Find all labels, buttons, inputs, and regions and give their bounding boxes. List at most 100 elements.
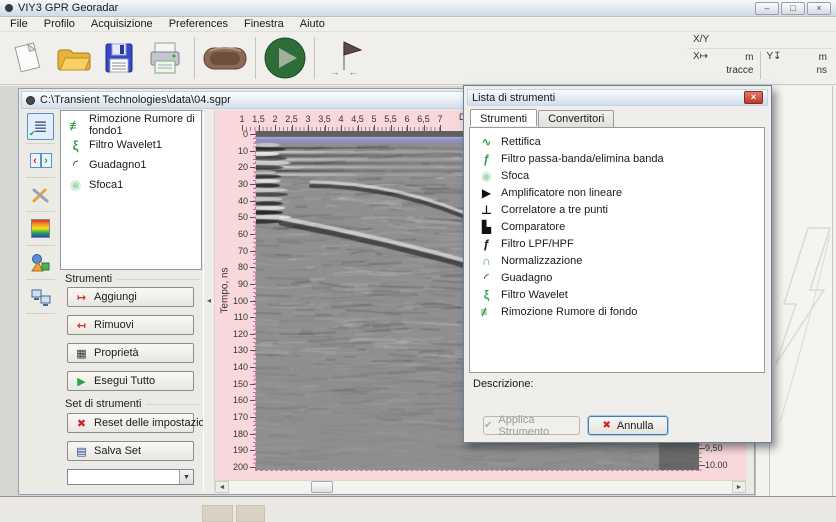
side-toolbar-separator <box>26 211 55 212</box>
menu-item[interactable]: Preferences <box>161 17 236 32</box>
cancel-button[interactable]: ✖ Annulla <box>588 416 668 435</box>
menu-item[interactable]: Aiuto <box>292 17 333 32</box>
process-list-button[interactable]: ≣ ✔ <box>27 113 54 140</box>
radar-h-scrollbar[interactable]: ◄ ► <box>215 480 746 493</box>
start-scan-button[interactable] <box>262 33 308 83</box>
strumenti-group-label: Strumenti <box>65 273 117 285</box>
tool-panel-button[interactable]: ↦ Aggiungi <box>67 287 194 307</box>
chevron-down-icon[interactable]: ▼ <box>179 470 193 484</box>
arrow-right-icon: → <box>331 67 340 77</box>
tool-list-item[interactable]: ▙ Comparatore <box>470 218 764 235</box>
x-coord-cell: X↦ m tracce <box>687 49 760 81</box>
pipeline-item[interactable]: ≢ Rimozione Rumore di fondo1 <box>61 115 201 135</box>
x-unit-m: m <box>745 52 753 63</box>
apply-tool-button[interactable]: ✔ Applica Strumento <box>483 416 580 435</box>
x-tick-label: 3 <box>305 114 310 124</box>
tool-panel-button[interactable]: ↤ Rimuovi <box>67 315 194 335</box>
scroll-right-icon[interactable]: ► <box>732 481 746 493</box>
tool-panel-button[interactable]: ▦ Proprietà <box>67 343 194 363</box>
dialog-titlebar[interactable]: Lista di strumenti × <box>467 89 768 106</box>
palette-button[interactable] <box>27 215 54 242</box>
y-unit-ns: ns <box>816 65 827 76</box>
toolset-combobox[interactable]: ▼ <box>67 469 194 485</box>
dialog-close-button[interactable]: × <box>744 91 763 104</box>
app-titlebar[interactable]: VIY3 GPR Georadar ‒ □ × <box>0 0 836 17</box>
new-document-icon <box>8 39 46 77</box>
tool-panel-button[interactable]: ✖ Reset delle impostazioni <box>67 413 194 433</box>
tool-list-item[interactable]: ƒ Filtro passa-banda/elimina banda <box>470 150 764 167</box>
open-file-button[interactable] <box>50 33 96 83</box>
tool-list-item[interactable]: ∿ Rettifica <box>470 133 764 150</box>
tools-button[interactable] <box>27 181 54 208</box>
pipeline-item[interactable]: ξ Filtro Wavelet1 <box>61 135 201 155</box>
minimize-button[interactable]: ‒ <box>755 2 779 15</box>
menu-item[interactable]: Acquisizione <box>83 17 161 32</box>
tool-list[interactable]: ∿ Rettifica ƒ Filtro passa-banda/elimina… <box>469 127 765 373</box>
x-unit-tracce: tracce <box>726 65 753 76</box>
pipeline-item-label: Rimozione Rumore di fondo1 <box>89 113 201 137</box>
y-tick-label: 110 <box>215 312 248 322</box>
pipeline-list[interactable]: ≢ Rimozione Rumore di fondo1 ξ Filtro Wa… <box>60 110 202 270</box>
x-tick-label: 6,5 <box>417 114 430 124</box>
strumenti-buttons: ↦ Aggiungi ↤ Rimuovi ▦ <box>67 287 194 391</box>
rectify-icon: ∿ <box>479 135 494 149</box>
objects-3d-icon <box>30 252 51 273</box>
check-icon: ✔ <box>29 129 36 138</box>
tool-list-item[interactable]: ▶ Amplificatore non lineare <box>470 184 764 201</box>
close-button[interactable]: × <box>807 2 831 15</box>
y-tick-label: 60 <box>215 229 248 239</box>
tool-list-item[interactable]: ⊥ Correlatore a tre punti <box>470 201 764 218</box>
network-button[interactable] <box>27 283 54 310</box>
scrollbar-track[interactable] <box>229 481 732 493</box>
menu-item[interactable]: File <box>2 17 36 32</box>
tool-panel-button[interactable]: ▶ Esegui Tutto <box>67 371 194 391</box>
menu-item[interactable]: Profilo <box>36 17 83 32</box>
converters-button[interactable]: ‹ › <box>27 147 54 174</box>
x-tick-label: 5,5 <box>384 114 397 124</box>
tool-list-item[interactable]: ƒ Filtro LPF/HPF <box>470 235 764 252</box>
pipeline-item[interactable]: ◉ Sfoca1 <box>61 175 201 195</box>
new-document-button[interactable] <box>4 33 50 83</box>
y-axis-glyph: Y↧ <box>767 51 782 81</box>
print-button[interactable] <box>142 33 188 83</box>
y-unit-m: m <box>819 52 827 63</box>
button-label: Rimuovi <box>94 319 134 331</box>
gpr-device-button[interactable] <box>201 33 249 83</box>
splitter-collapse-icon[interactable]: ◂ <box>207 296 211 305</box>
tool-list-item[interactable]: ∩ Normalizzazione <box>470 252 764 269</box>
desktop-item <box>236 505 265 522</box>
document-title: C:\Transient Technologies\data\04.sgpr <box>40 94 231 106</box>
background-noise-removal-icon: ≢ <box>68 118 83 133</box>
marker-flag-button[interactable]: → ← <box>321 33 367 83</box>
app-title: VIY3 GPR Georadar <box>18 2 118 14</box>
gain-icon: ◜ <box>479 271 494 285</box>
maximize-button[interactable]: □ <box>781 2 805 15</box>
marker-arrows: → ← <box>331 67 358 77</box>
tool-list-item[interactable]: ≢ Rimozione Rumore di fondo <box>470 303 764 320</box>
save-button[interactable] <box>96 33 142 83</box>
tool-item-label: Filtro Wavelet <box>501 289 568 301</box>
description-label: Descrizione: <box>473 378 534 390</box>
button-label: Salva Set <box>94 445 141 457</box>
tool-list-item[interactable]: ◜ Guadagno <box>470 269 764 286</box>
right-tick-label: 10.00 <box>705 460 728 470</box>
tool-item-label: Amplificatore non lineare <box>501 187 622 199</box>
side-toolbar-separator <box>26 245 55 246</box>
scroll-left-icon[interactable]: ◄ <box>215 481 229 493</box>
arrow-left-icon: ← <box>349 67 358 77</box>
menu-item[interactable]: Finestra <box>236 17 292 32</box>
scrollbar-thumb[interactable] <box>311 481 333 493</box>
objects-3d-button[interactable] <box>27 249 54 276</box>
coordinates-panel: X/Y X↦ m tracce Y↧ m ns <box>687 33 833 83</box>
tool-list-item[interactable]: ξ Filtro Wavelet <box>470 286 764 303</box>
properties-icon: ▦ <box>75 347 88 360</box>
tab-convertitori[interactable]: Convertitori <box>538 110 614 127</box>
pipeline-item[interactable]: ◜ Guadagno1 <box>61 155 201 175</box>
tool-panel-button[interactable]: ▤ Salva Set <box>67 441 194 461</box>
panel-splitter[interactable]: ◂ <box>203 110 215 491</box>
x-axis-glyph: X↦ <box>693 51 708 81</box>
tool-list-item[interactable]: ◉ Sfoca <box>470 167 764 184</box>
y-tick-label: 120 <box>215 329 248 339</box>
toolbar-separator <box>255 37 256 79</box>
tab-strumenti[interactable]: Strumenti <box>470 109 537 126</box>
